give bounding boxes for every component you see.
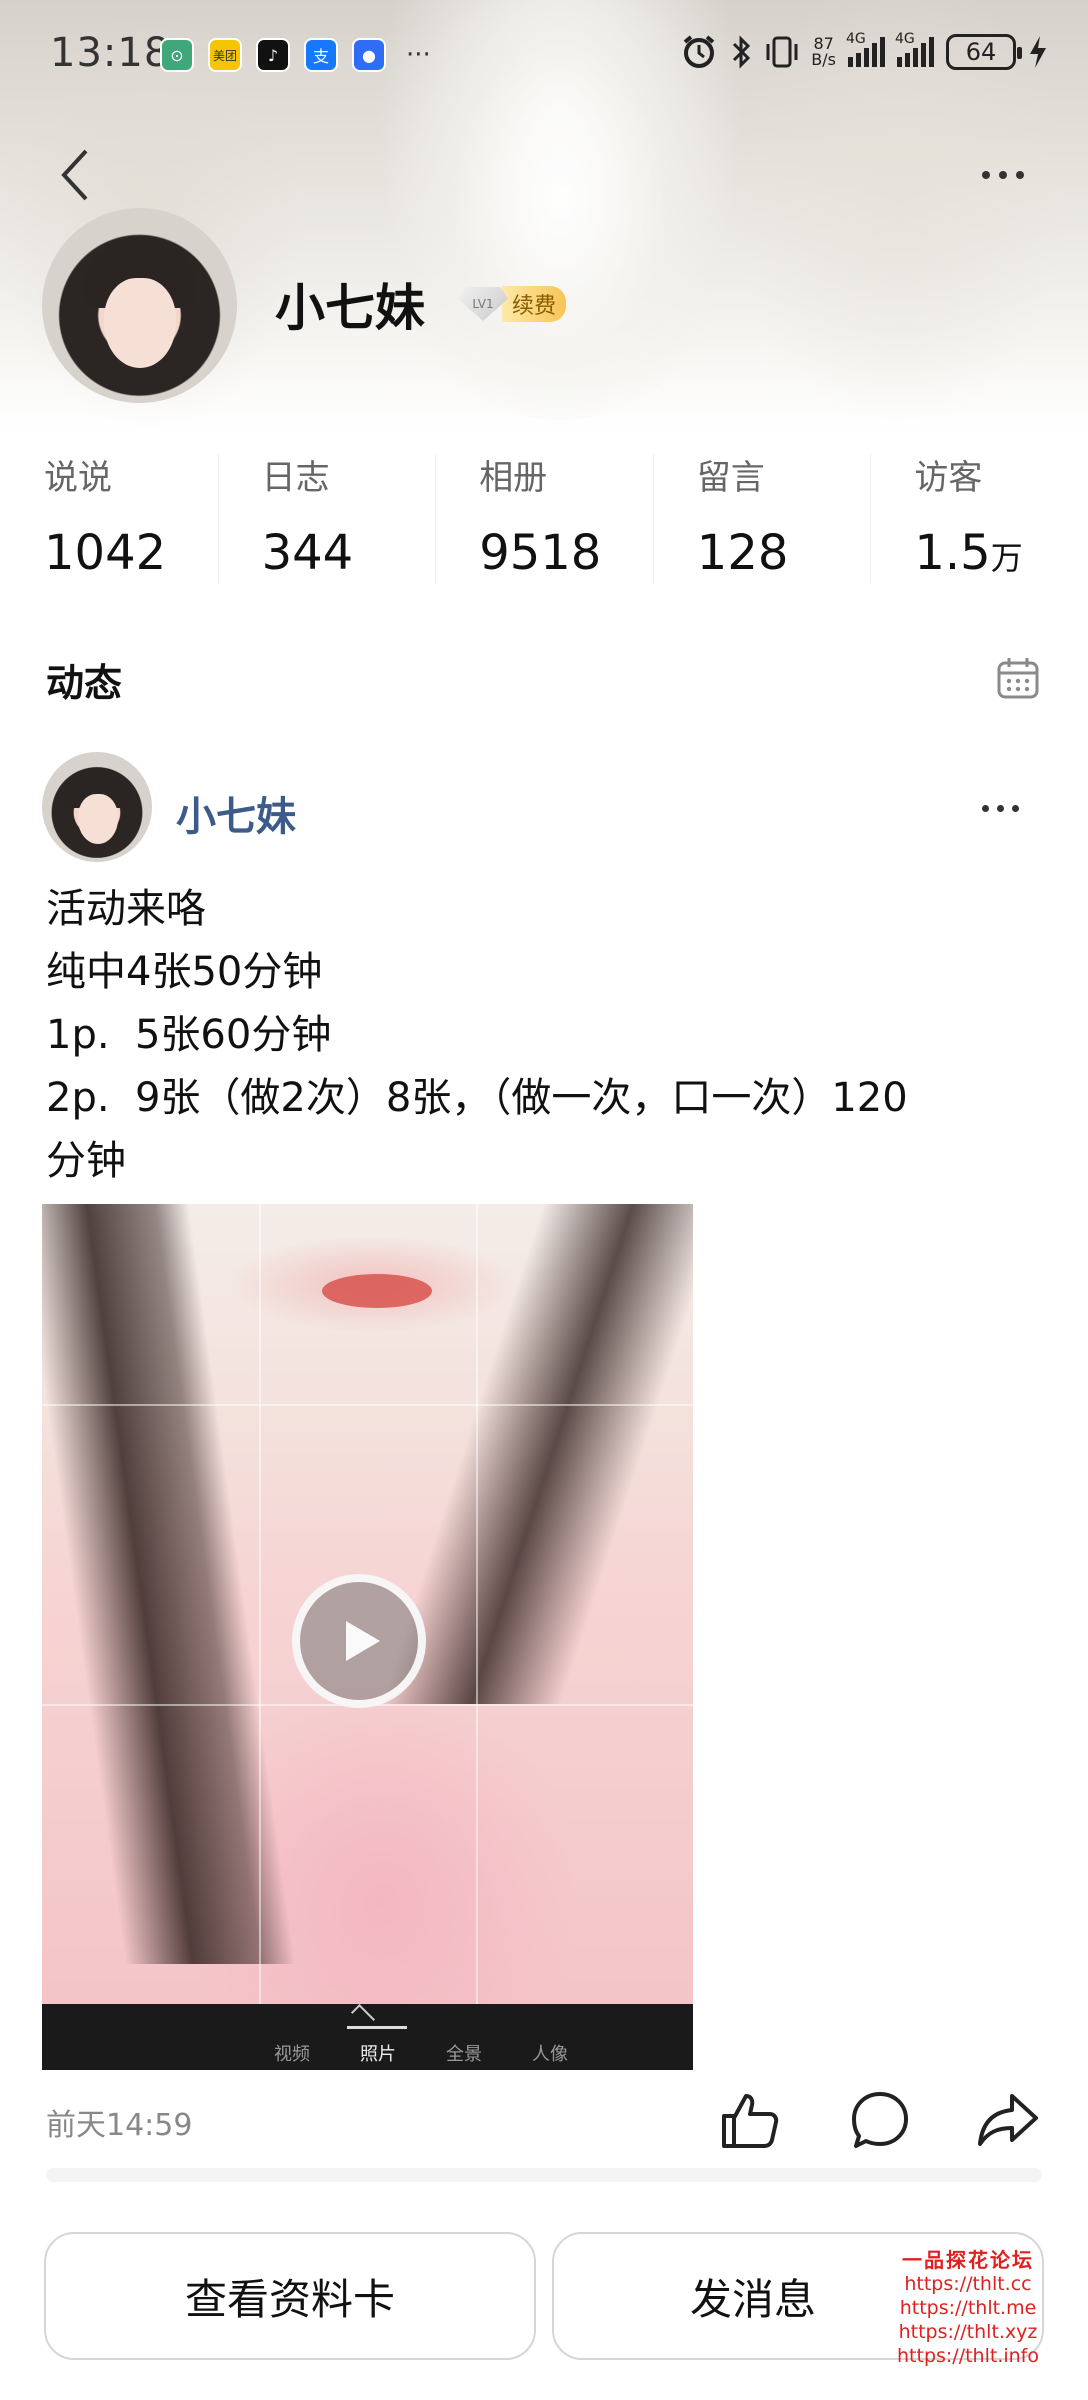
post-line: 活动来咯: [46, 886, 206, 932]
stat-label: 访客: [914, 458, 983, 498]
more-notifications-icon: ···: [406, 40, 431, 70]
stat-label: 相册: [479, 458, 548, 498]
like-button[interactable]: [718, 2088, 782, 2152]
stat-messages[interactable]: 留言 128: [652, 440, 871, 600]
post-video-thumbnail[interactable]: 视频 照片 全景 人像: [42, 1204, 693, 2070]
calendar-button[interactable]: [996, 656, 1040, 700]
share-icon: [978, 2094, 1038, 2146]
more-horizontal-icon: [981, 804, 989, 812]
camera-mode: 视频: [274, 2044, 310, 2065]
watermark-url: https://thlt.xyz: [898, 2321, 1038, 2343]
network-speed: 87 B/s: [811, 34, 836, 69]
stat-visitors[interactable]: 访客 1.5万: [870, 440, 1088, 600]
chevron-left-icon: [61, 149, 88, 201]
stat-albums[interactable]: 相册 9518: [435, 440, 653, 600]
stat-value: 9518: [479, 525, 602, 581]
play-icon: [346, 1621, 380, 1661]
stat-blogs[interactable]: 日志 344: [217, 440, 436, 600]
post-author-avatar[interactable]: [42, 752, 152, 862]
watermark: 一品探花论坛 https://thlt.cc https://thlt.me h…: [868, 2248, 1068, 2368]
camera-mode-active: 照片: [360, 2044, 396, 2065]
profile-stats: 说说 1042 日志 344 相册 9518 留言 128 访客 1.5万: [0, 440, 1088, 600]
status-bar: 13:18 ⊙ 美团 ♪ 支 ● ··· 87 B/s 4G 4G 64: [0, 0, 1088, 110]
stat-value: 344: [261, 525, 354, 581]
stat-value: 128: [696, 525, 789, 581]
post-line: 分钟: [46, 1138, 126, 1184]
stat-label: 说说: [44, 458, 112, 498]
chevron-up-icon: [350, 2003, 376, 2029]
watermark-title: 一品探花论坛: [902, 2248, 1034, 2272]
thumbs-up-icon: [722, 2094, 779, 2148]
back-button[interactable]: [50, 140, 100, 210]
bluetooth-icon: [733, 35, 751, 69]
comment-icon: [852, 2092, 908, 2148]
post-line: 纯中4张50分钟: [46, 949, 323, 995]
post-timestamp: 前天14:59: [46, 2108, 193, 2143]
signal-2-icon: 4G: [895, 31, 934, 67]
post-content: 活动来咯 纯中4张50分钟 1p. 5张60分钟 2p. 9张（做2次）8张，（…: [46, 878, 1046, 1193]
alipay-icon: 支: [304, 38, 338, 72]
send-message-label: 发消息: [689, 2274, 816, 2324]
battery-icon: 64: [946, 34, 1022, 70]
vip-badge[interactable]: LV1 续费: [458, 286, 567, 322]
profile-avatar[interactable]: [42, 208, 237, 403]
comment-button[interactable]: [848, 2088, 912, 2152]
charging-icon: [1030, 36, 1046, 68]
status-app-icons: ⊙ 美团 ♪ 支 ● ···: [160, 38, 431, 72]
status-time: 13:18: [50, 30, 171, 76]
stat-posts[interactable]: 说说 1042: [0, 440, 218, 600]
watermark-url: https://thlt.me: [899, 2297, 1037, 2319]
app-green-icon: ⊙: [160, 38, 194, 72]
camera-mode-bar: 视频 照片 全景 人像: [42, 2003, 693, 2070]
post-more-button[interactable]: [970, 788, 1030, 828]
camera-mode: 人像: [532, 2044, 568, 2065]
message-app-icon: ●: [352, 38, 386, 72]
alarm-icon: [684, 35, 715, 68]
post-line: 1p. 5张60分钟: [46, 1012, 332, 1058]
stat-label: 留言: [696, 458, 765, 498]
status-indicators: 87 B/s 4G 4G 64: [681, 31, 1048, 70]
watermark-url: https://thlt.info: [897, 2345, 1039, 2367]
feed-section-title: 动态: [46, 661, 123, 705]
camera-mode: 全景: [446, 2044, 482, 2065]
vip-renew-label: 续费: [502, 286, 567, 322]
play-button[interactable]: [292, 1574, 426, 1708]
share-button[interactable]: [976, 2088, 1040, 2152]
post-line: 2p. 9张（做2次）8张，（做一次，口一次）120: [46, 1075, 908, 1121]
meituan-icon: 美团: [208, 38, 242, 72]
feed-divider: [46, 2168, 1042, 2182]
more-options-button[interactable]: [968, 150, 1038, 200]
vibrate-icon: [766, 36, 798, 68]
more-horizontal-icon: [982, 171, 990, 179]
stat-label: 日志: [261, 458, 330, 498]
stat-value: 1.5万: [914, 525, 1023, 581]
profile-name: 小七妹: [275, 279, 425, 337]
calendar-icon: [997, 658, 1039, 699]
tiktok-icon: ♪: [256, 38, 290, 72]
signal-1-icon: 4G: [846, 31, 885, 67]
view-profile-card-button[interactable]: 查看资料卡: [44, 2232, 536, 2360]
watermark-url: https://thlt.cc: [904, 2273, 1032, 2295]
post-author-name[interactable]: 小七妹: [176, 784, 296, 842]
stat-value: 1042: [44, 525, 167, 581]
diamond-icon: LV1: [458, 287, 508, 321]
